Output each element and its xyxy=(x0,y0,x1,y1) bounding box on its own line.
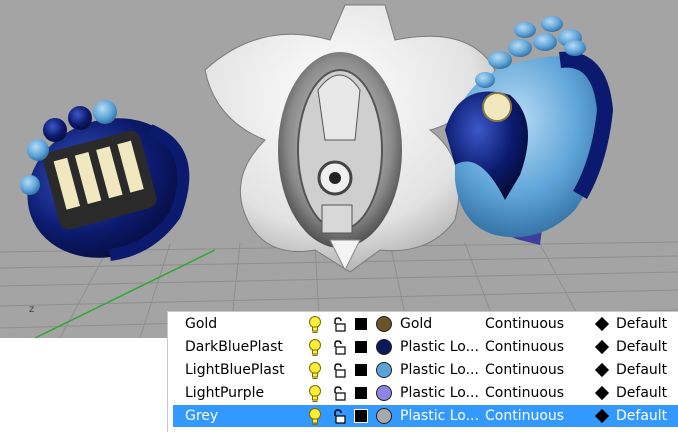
material-swatch-icon[interactable] xyxy=(376,385,392,401)
material-name: Plastic Lo... xyxy=(400,408,479,424)
unlock-icon[interactable] xyxy=(333,386,347,401)
left-hand-model xyxy=(20,100,190,261)
lightbulb-icon[interactable] xyxy=(308,339,322,357)
layer-row-lightpurple[interactable]: LightPurple Plastic Lo... Continuous Def… xyxy=(173,382,678,404)
material-swatch-icon[interactable] xyxy=(376,362,392,378)
print-width-icon[interactable] xyxy=(594,408,610,424)
lightbulb-icon[interactable] xyxy=(308,408,322,426)
linetype: Continuous xyxy=(485,385,565,401)
print-width: Default xyxy=(616,408,668,424)
layer-color-swatch[interactable] xyxy=(355,318,367,330)
layer-color-swatch[interactable] xyxy=(355,341,367,353)
print-width: Default xyxy=(616,316,668,332)
print-width-icon[interactable] xyxy=(594,362,610,378)
print-width-icon[interactable] xyxy=(594,385,610,401)
unlock-icon[interactable] xyxy=(333,340,347,355)
layer-name: LightPurple xyxy=(185,385,265,401)
material-name: Plastic Lo... xyxy=(400,385,479,401)
lightbulb-icon[interactable] xyxy=(308,385,322,403)
print-width-icon[interactable] xyxy=(594,339,610,355)
layer-name: LightBluePlast xyxy=(185,362,285,378)
material-swatch-icon[interactable] xyxy=(376,408,392,424)
print-width-icon[interactable] xyxy=(594,316,610,332)
layer-color-swatch[interactable] xyxy=(355,387,367,399)
linetype: Continuous xyxy=(485,408,565,424)
rendered-viewport[interactable]: z xyxy=(0,0,678,338)
print-width: Default xyxy=(616,362,668,378)
layer-name: DarkBluePlast xyxy=(185,339,283,355)
lightbulb-icon[interactable] xyxy=(308,362,322,380)
material-swatch-icon[interactable] xyxy=(376,316,392,332)
linetype: Continuous xyxy=(485,362,565,378)
material-name: Gold xyxy=(400,316,433,332)
viewport-scene xyxy=(0,4,678,338)
layer-name: Grey xyxy=(185,408,219,424)
linetype: Continuous xyxy=(485,316,565,332)
layer-color-swatch[interactable] xyxy=(355,364,367,376)
material-name: Plastic Lo... xyxy=(400,362,479,378)
print-width: Default xyxy=(616,339,668,355)
z-axis-label: z xyxy=(29,304,35,315)
layers-panel[interactable]: Gold Gold Continuous Default DarkBluePla… xyxy=(167,311,678,432)
layer-row-grey[interactable]: Grey Plastic Lo... Continuous Default xyxy=(173,405,678,427)
material-swatch-icon[interactable] xyxy=(376,339,392,355)
unlock-icon[interactable] xyxy=(333,363,347,378)
layer-row-gold[interactable]: Gold Gold Continuous Default xyxy=(173,313,678,335)
layer-row-darkblueplast[interactable]: DarkBluePlast Plastic Lo... Continuous D… xyxy=(173,336,678,358)
lightbulb-icon[interactable] xyxy=(308,316,322,334)
linetype: Continuous xyxy=(485,339,565,355)
material-name: Plastic Lo... xyxy=(400,339,479,355)
layer-color-swatch[interactable] xyxy=(354,409,368,423)
layer-name: Gold xyxy=(185,316,218,332)
unlock-icon[interactable] xyxy=(333,317,347,332)
unlock-icon[interactable] xyxy=(333,409,347,424)
print-width: Default xyxy=(616,385,668,401)
layer-row-lightblueplast[interactable]: LightBluePlast Plastic Lo... Continuous … xyxy=(173,359,678,381)
